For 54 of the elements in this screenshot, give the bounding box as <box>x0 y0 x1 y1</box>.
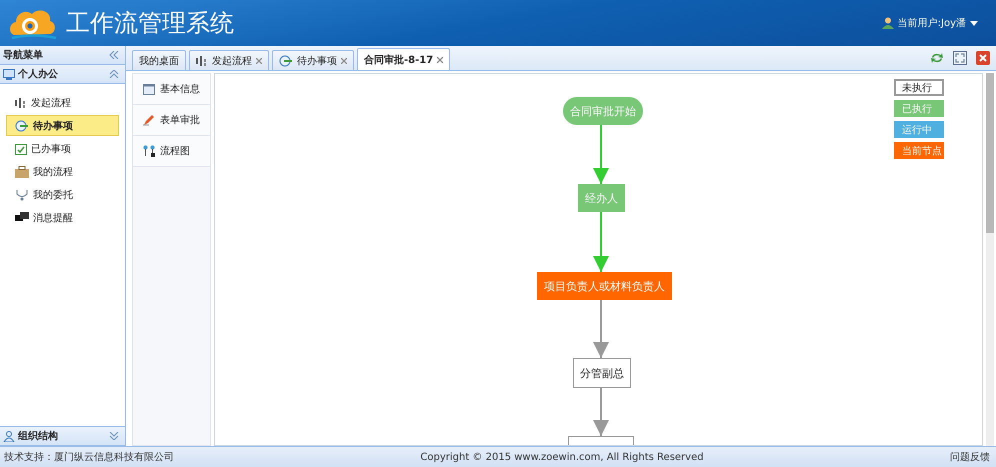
scrollbar[interactable] <box>986 73 994 446</box>
close-icon[interactable] <box>256 58 262 64</box>
briefcase-icon <box>15 166 29 178</box>
sidebar-item[interactable]: 待办事项 <box>6 115 119 136</box>
chat-bubbles-icon <box>15 212 29 224</box>
chevron-down-icon <box>109 432 119 440</box>
legend-item: 已执行 <box>894 100 944 117</box>
legend-item: 运行中 <box>894 121 944 138</box>
calendar-check-icon <box>15 142 27 154</box>
copyright-text: Copyright © 2015 www.zoewin.com, All Rights Reserved <box>420 452 704 462</box>
legend-item: 未执行 <box>894 79 944 96</box>
collapse-icon[interactable] <box>109 51 119 59</box>
chevron-up-icon <box>109 70 119 78</box>
section-title: 个人办公 <box>18 68 58 81</box>
fullscreen-icon[interactable] <box>953 51 967 65</box>
sidebar-item[interactable]: 已办事项 <box>6 138 119 159</box>
pencil-icon <box>143 114 155 126</box>
app-title: 工作流管理系统 <box>66 8 234 39</box>
sidebar-item[interactable]: 我的流程 <box>6 161 119 182</box>
window-icon <box>143 84 155 94</box>
user-icon <box>882 17 894 29</box>
sidebar-item[interactable]: 消息提醒 <box>6 207 119 228</box>
tab[interactable]: 合同审批-8-17 <box>357 48 450 70</box>
close-icon[interactable] <box>341 58 347 64</box>
tab[interactable]: 我的桌面 <box>132 50 186 70</box>
flow-icon <box>196 54 208 66</box>
user-menu[interactable]: 当前用户:Joy潘 <box>876 15 984 31</box>
task-node: 经办人 <box>578 184 625 212</box>
legend-item: 当前节点 <box>894 142 944 159</box>
section-header[interactable]: 组织结构 <box>0 426 125 446</box>
detail-nav-item[interactable]: 基本信息 <box>133 74 210 105</box>
detail-nav-item[interactable]: 表单审批 <box>133 105 210 136</box>
task-node: 分管副总 <box>573 358 631 388</box>
section-title: 组织结构 <box>18 430 58 443</box>
support-text: 技术支持：厦门纵云信息科技有限公司 <box>4 450 174 464</box>
sidebar-item[interactable]: 我的委托 <box>6 184 119 205</box>
tab[interactable]: 发起流程 <box>189 50 269 70</box>
detail-nav-item[interactable]: 流程图 <box>133 136 210 167</box>
flow-icon <box>15 96 27 108</box>
close-icon[interactable] <box>976 51 990 65</box>
task-node: 项目负责人或材料负责人 <box>537 272 672 300</box>
start-node: 合同审批开始 <box>563 97 643 125</box>
monitor-icon <box>3 68 15 80</box>
sidebar-item[interactable]: 发起流程 <box>6 92 119 113</box>
sidebar-title: 导航菜单 <box>3 48 43 62</box>
feedback-link[interactable]: 问题反馈 <box>950 450 990 464</box>
flowchart-icon <box>143 145 155 157</box>
caret-icon <box>970 20 978 26</box>
close-icon[interactable] <box>437 56 444 62</box>
tab[interactable]: 待办事项 <box>272 50 354 70</box>
people-icon <box>3 430 15 442</box>
stethoscope-icon <box>15 188 29 200</box>
refresh-icon[interactable] <box>930 51 944 65</box>
section-header[interactable]: 个人办公 <box>0 65 125 84</box>
